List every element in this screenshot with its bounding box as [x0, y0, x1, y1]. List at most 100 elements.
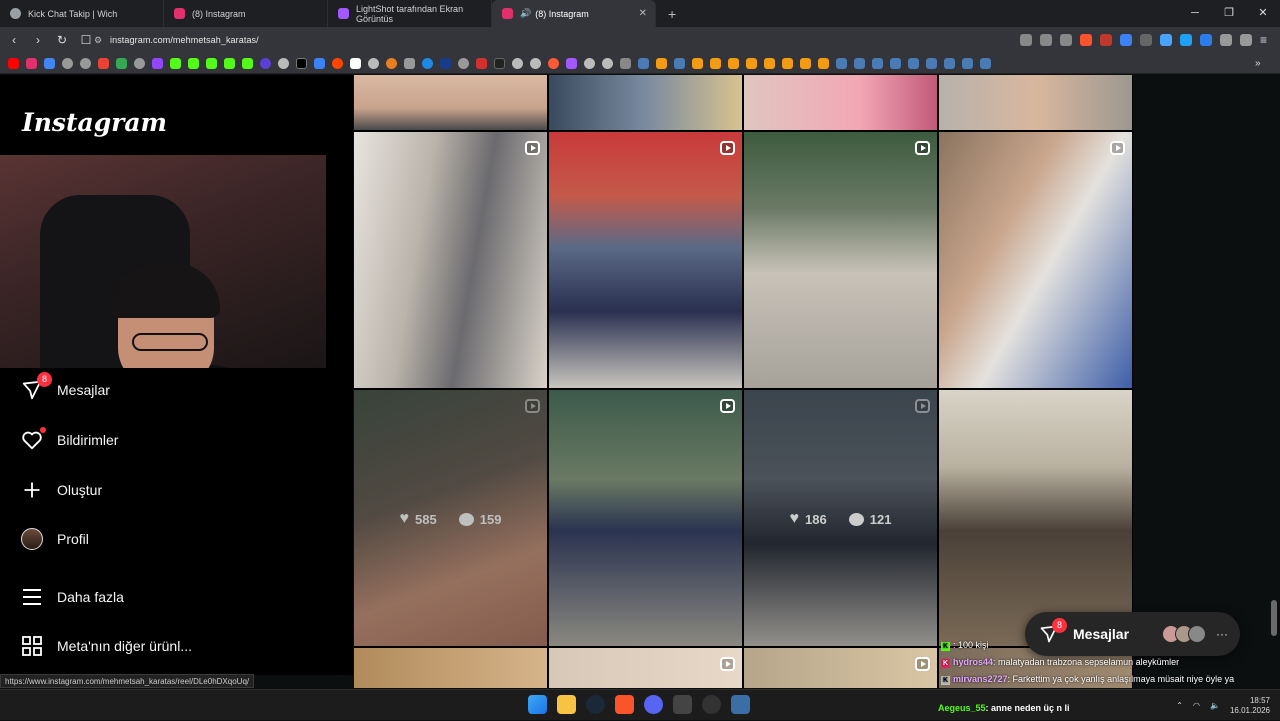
bookmark-icon[interactable]: [602, 57, 613, 69]
bookmark-icon[interactable]: [134, 57, 145, 69]
post-thumbnail[interactable]: [744, 75, 937, 130]
bookmark-icon[interactable]: [494, 57, 505, 69]
drive-bookmark-icon[interactable]: [116, 57, 127, 69]
bookmark-icon[interactable]: [422, 57, 433, 69]
back-icon[interactable]: ‹: [4, 33, 24, 47]
reload-icon[interactable]: ↻: [52, 33, 72, 47]
share-icon[interactable]: [1060, 34, 1072, 46]
reddit-bookmark-icon[interactable]: [332, 57, 343, 69]
steam-bookmark-icon[interactable]: [836, 57, 847, 69]
post-thumbnail[interactable]: [354, 648, 547, 688]
bookmark-icon[interactable]: [710, 57, 721, 69]
extension-icon[interactable]: [1200, 34, 1212, 46]
bookmark-icon[interactable]: [728, 57, 739, 69]
post-thumbnail[interactable]: [549, 132, 742, 388]
steam-bookmark-icon[interactable]: [980, 57, 991, 69]
bookmark-icon[interactable]: [800, 57, 811, 69]
volume-icon[interactable]: 🔈: [1210, 701, 1220, 710]
obs-icon[interactable]: [702, 695, 721, 714]
system-clock[interactable]: 18:57 16.01.2026: [1230, 696, 1270, 716]
post-thumbnail[interactable]: [744, 132, 937, 388]
bookmark-icon[interactable]: [404, 57, 415, 69]
brave-shield-icon[interactable]: [1080, 34, 1092, 46]
sidebar-item-create[interactable]: Oluştur: [20, 478, 102, 502]
site-info-icon[interactable]: ⚙: [94, 35, 102, 46]
bookmark-icon[interactable]: [746, 57, 757, 69]
bookmark-icon[interactable]: [278, 57, 289, 69]
tray-overflow-icon[interactable]: ⌃: [1176, 701, 1183, 710]
twitch-bookmark-icon[interactable]: [152, 57, 163, 69]
extension-icon[interactable]: [1180, 34, 1192, 46]
bookmark-icon[interactable]: [440, 57, 451, 69]
bookmark-icon[interactable]: [224, 57, 235, 69]
file-explorer-icon[interactable]: [557, 695, 576, 714]
steam-bookmark-icon[interactable]: [926, 57, 937, 69]
sidebar-item-more[interactable]: Daha fazla: [20, 585, 124, 609]
url-field[interactable]: instagram.com/mehmetsah_karatas/: [110, 35, 259, 45]
sidebar-icon[interactable]: [1240, 34, 1252, 46]
discord-icon[interactable]: [644, 695, 663, 714]
instagram-logo[interactable]: Instagram: [22, 108, 167, 137]
instagram-bookmark-icon[interactable]: [26, 57, 37, 69]
bookmark-icon[interactable]: [818, 57, 829, 69]
steam-bookmark-icon[interactable]: [638, 57, 649, 69]
extension-icon[interactable]: [1120, 34, 1132, 46]
steam-bookmark-icon[interactable]: [872, 57, 883, 69]
bookmark-icon[interactable]: [260, 57, 271, 69]
minimize-icon[interactable]: ─: [1178, 0, 1212, 27]
bookmark-icon[interactable]: ☐: [76, 33, 96, 47]
extension-icon[interactable]: [1140, 34, 1152, 46]
bookmark-icon[interactable]: [314, 57, 325, 69]
kick-bookmark-icon[interactable]: [170, 57, 181, 69]
bookmark-icon[interactable]: [512, 57, 523, 69]
steam-bookmark-icon[interactable]: [674, 57, 685, 69]
steam-bookmark-icon[interactable]: [854, 57, 865, 69]
bookmark-icon[interactable]: [386, 57, 397, 69]
post-thumbnail[interactable]: [549, 648, 742, 688]
bookmark-icon[interactable]: [62, 57, 73, 69]
bookmark-icon[interactable]: [692, 57, 703, 69]
network-icon[interactable]: ◠: [1193, 701, 1200, 710]
app-icon[interactable]: [731, 695, 750, 714]
browser-tab[interactable]: Kick Chat Takip | Wich: [0, 0, 164, 27]
new-tab-button[interactable]: +: [668, 6, 676, 22]
bookmark-icon[interactable]: [656, 57, 667, 69]
cast-icon[interactable]: [1040, 34, 1052, 46]
post-thumbnail[interactable]: ♥ 585 159: [354, 390, 547, 646]
post-thumbnail[interactable]: [549, 75, 742, 130]
browser-tab[interactable]: LightShot tarafından Ekran Görüntüs: [328, 0, 492, 27]
bookmarks-overflow-icon[interactable]: »: [1255, 58, 1266, 69]
steam-bookmark-icon[interactable]: [944, 57, 955, 69]
post-thumbnail[interactable]: [939, 390, 1132, 646]
post-thumbnail[interactable]: [549, 390, 742, 646]
puzzle-icon[interactable]: [1220, 34, 1232, 46]
youtube-bookmark-icon[interactable]: [8, 57, 19, 69]
app-icon[interactable]: [673, 695, 692, 714]
bookmark-icon[interactable]: [350, 57, 361, 69]
sidebar-item-messages[interactable]: 8 Mesajlar: [20, 372, 110, 402]
post-thumbnail[interactable]: ♥ 186 121: [744, 390, 937, 646]
bookmark-icon[interactable]: [80, 57, 91, 69]
bookmark-icon[interactable]: [548, 57, 559, 69]
bookmark-icon[interactable]: [242, 57, 253, 69]
sidebar-item-profile[interactable]: Profil: [20, 527, 89, 551]
kick-bookmark-icon[interactable]: [206, 57, 217, 69]
browser-tab[interactable]: (8) Instagram: [164, 0, 328, 27]
bookmark-icon[interactable]: [44, 57, 55, 69]
forward-icon[interactable]: ›: [28, 33, 48, 47]
extension-icon[interactable]: [1160, 34, 1172, 46]
gmail-bookmark-icon[interactable]: [98, 57, 109, 69]
close-window-icon[interactable]: ✕: [1246, 0, 1280, 27]
steam-bookmark-icon[interactable]: [890, 57, 901, 69]
post-thumbnail[interactable]: [354, 132, 547, 388]
sidebar-item-notifications[interactable]: Bildirimler: [20, 427, 118, 452]
restore-icon[interactable]: ❐: [1212, 0, 1246, 27]
zoom-icon[interactable]: [1020, 34, 1032, 46]
bookmark-icon[interactable]: [566, 57, 577, 69]
bookmark-icon[interactable]: [530, 57, 541, 69]
brave-browser-icon[interactable]: [615, 695, 634, 714]
windows-start-icon[interactable]: [528, 695, 547, 714]
page-scrollbar[interactable]: [1271, 600, 1277, 636]
post-thumbnail[interactable]: [354, 75, 547, 130]
steam-icon[interactable]: [586, 695, 605, 714]
